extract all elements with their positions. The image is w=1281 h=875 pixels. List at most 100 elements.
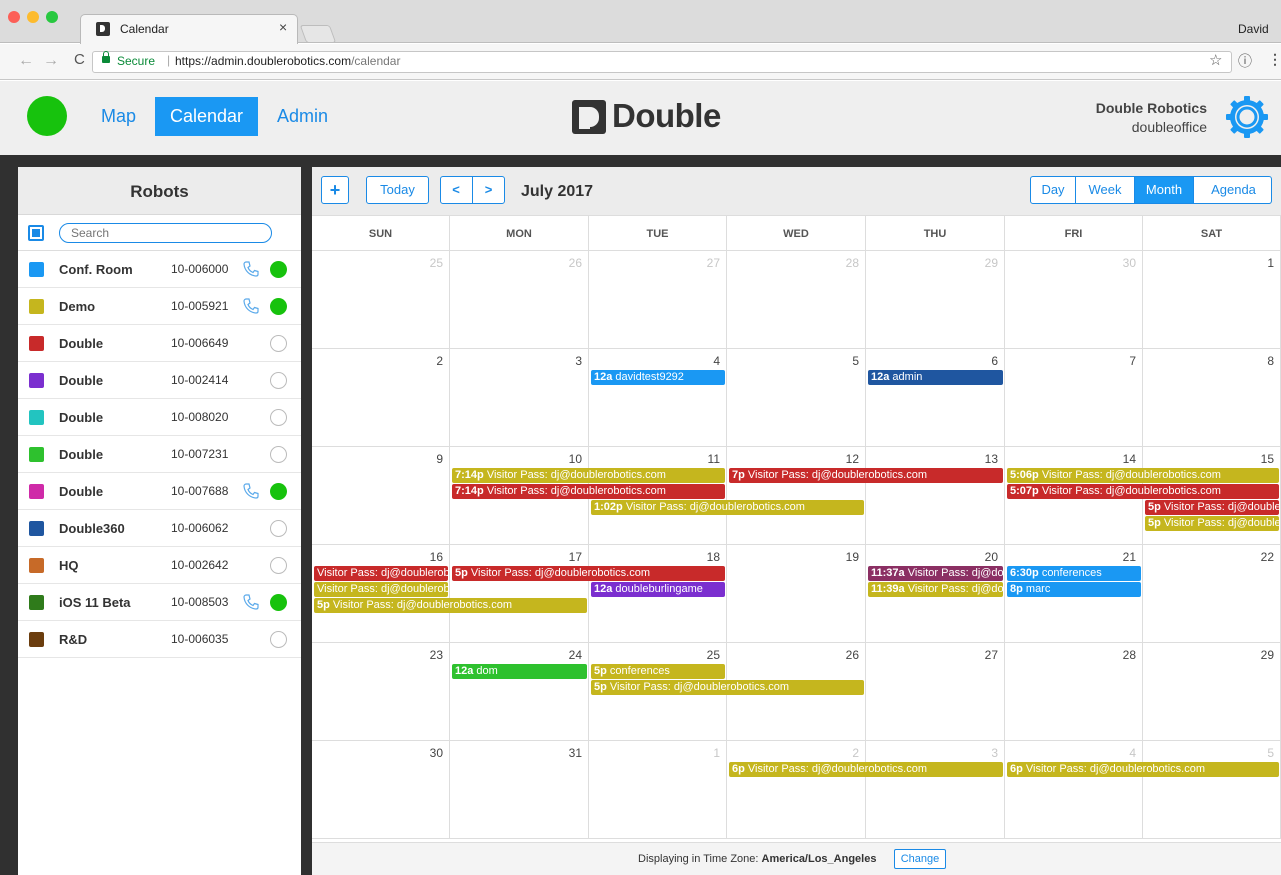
settings-gear-icon[interactable] (1225, 95, 1269, 139)
day-cell[interactable]: 17 (450, 545, 589, 643)
day-number[interactable]: 1 (1267, 256, 1274, 270)
day-number[interactable]: 1 (713, 746, 720, 760)
day-number[interactable]: 6 (991, 354, 998, 368)
day-number[interactable]: 7 (1129, 354, 1136, 368)
day-number[interactable]: 14 (1123, 452, 1136, 466)
day-cell[interactable]: 23 (312, 643, 450, 741)
nav-calendar[interactable]: Calendar (155, 97, 259, 136)
robot-color-swatch[interactable] (29, 521, 44, 536)
robot-color-swatch[interactable] (29, 595, 44, 610)
forward-arrow-icon[interactable]: → (43, 52, 59, 70)
calendar-event[interactable]: 11:39a Visitor Pass: dj@doublerobotics.c… (868, 582, 1003, 597)
calendar-event[interactable]: 12a doubleburlingame (591, 582, 725, 597)
calendar-event[interactable]: 7p Visitor Pass: dj@doublerobotics.com (729, 468, 1003, 483)
day-number[interactable]: 4 (713, 354, 720, 368)
robot-color-swatch[interactable] (29, 484, 44, 499)
day-cell[interactable]: 25 (312, 251, 450, 349)
robot-row[interactable]: Demo 10-005921 (18, 288, 301, 325)
calendar-event[interactable]: 12a davidtest9292 (591, 370, 725, 385)
day-number[interactable]: 5 (852, 354, 859, 368)
robot-color-swatch[interactable] (29, 558, 44, 573)
next-month-button[interactable]: > (473, 177, 504, 203)
day-cell[interactable]: 1 (589, 741, 727, 839)
day-cell[interactable]: 13 (866, 447, 1005, 545)
day-cell[interactable]: 29 (866, 251, 1005, 349)
day-cell[interactable]: 19 (727, 545, 866, 643)
day-cell[interactable]: 31 (450, 741, 589, 839)
day-number[interactable]: 2 (436, 354, 443, 368)
robot-row[interactable]: iOS 11 Beta 10-008503 (18, 584, 301, 621)
day-number[interactable]: 31 (569, 746, 582, 760)
day-cell[interactable]: 6 (866, 349, 1005, 447)
calendar-event[interactable]: 5:07p Visitor Pass: dj@doublerobotics.co… (1007, 484, 1279, 499)
day-cell[interactable]: 5 (727, 349, 866, 447)
day-number[interactable]: 21 (1123, 550, 1136, 564)
day-number[interactable]: 28 (846, 256, 859, 270)
minimize-window-button[interactable] (27, 11, 39, 23)
day-number[interactable]: 27 (985, 648, 998, 662)
calendar-event[interactable]: 5p Visitor Pass: dj@doublerobotics.com (1145, 500, 1279, 515)
day-number[interactable]: 3 (991, 746, 998, 760)
url-text[interactable]: https://admin.doublerobotics.com/calenda… (175, 54, 400, 68)
day-cell[interactable]: 2 (727, 741, 866, 839)
calendar-event[interactable]: 5p Visitor Pass: dj@doublerobotics.com (1145, 516, 1279, 531)
phone-call-icon[interactable] (242, 297, 260, 315)
day-number[interactable]: 10 (569, 452, 582, 466)
day-number[interactable]: 30 (1123, 256, 1136, 270)
day-number[interactable]: 16 (430, 550, 443, 564)
day-cell[interactable]: 4 (589, 349, 727, 447)
day-number[interactable]: 19 (846, 550, 859, 564)
view-day-button[interactable]: Day (1031, 177, 1076, 203)
view-week-button[interactable]: Week (1076, 177, 1135, 203)
user-status-indicator[interactable] (27, 96, 67, 136)
calendar-event[interactable]: 11:37a Visitor Pass: dj@doublerobotics.c… (868, 566, 1003, 581)
robot-row[interactable]: R&D 10-006035 (18, 621, 301, 658)
tab-close-icon[interactable]: × (279, 19, 287, 35)
calendar-event[interactable]: 6p Visitor Pass: dj@doublerobotics.com (1007, 762, 1279, 777)
calendar-event[interactable]: 12a admin (868, 370, 1003, 385)
robot-row[interactable]: Double 10-007231 (18, 436, 301, 473)
day-number[interactable]: 20 (985, 550, 998, 564)
bookmark-star-icon[interactable]: ☆ (1209, 51, 1222, 69)
back-arrow-icon[interactable]: ← (18, 52, 34, 70)
change-timezone-button[interactable]: Change (894, 849, 946, 869)
calendar-event[interactable]: 7:14p Visitor Pass: dj@doublerobotics.co… (452, 468, 725, 483)
day-number[interactable]: 8 (1267, 354, 1274, 368)
day-cell[interactable]: 22 (1143, 545, 1281, 643)
robot-color-swatch[interactable] (29, 410, 44, 425)
day-number[interactable]: 28 (1123, 648, 1136, 662)
day-number[interactable]: 26 (569, 256, 582, 270)
robot-color-swatch[interactable] (29, 447, 44, 462)
browser-tab[interactable] (80, 14, 298, 44)
info-icon[interactable]: ⓘ (1238, 51, 1252, 71)
add-event-button[interactable]: + (321, 176, 349, 204)
calendar-event[interactable]: 5:06p Visitor Pass: dj@doublerobotics.co… (1007, 468, 1279, 483)
day-cell[interactable]: 30 (312, 741, 450, 839)
calendar-event[interactable]: Visitor Pass: dj@doublerobotics.com (314, 582, 448, 597)
robot-row[interactable]: HQ 10-002642 (18, 547, 301, 584)
robot-color-swatch[interactable] (29, 336, 44, 351)
day-number[interactable]: 4 (1129, 746, 1136, 760)
close-window-button[interactable] (8, 11, 20, 23)
day-number[interactable]: 12 (846, 452, 859, 466)
day-cell[interactable]: 9 (312, 447, 450, 545)
day-number[interactable]: 24 (569, 648, 582, 662)
view-agenda-button[interactable]: Agenda (1194, 177, 1271, 203)
day-number[interactable]: 29 (1261, 648, 1274, 662)
day-cell[interactable]: 30 (1005, 251, 1143, 349)
calendar-event[interactable]: 5p Visitor Pass: dj@doublerobotics.com (452, 566, 725, 581)
day-number[interactable]: 9 (436, 452, 443, 466)
robot-search-input[interactable] (59, 223, 272, 243)
day-cell[interactable]: 4 (1005, 741, 1143, 839)
calendar-event[interactable]: 8p marc (1007, 582, 1141, 597)
phone-call-icon[interactable] (242, 260, 260, 278)
calendar-event[interactable]: 1:02p Visitor Pass: dj@doublerobotics.co… (591, 500, 864, 515)
day-number[interactable]: 11 (708, 452, 720, 466)
day-number[interactable]: 27 (707, 256, 720, 270)
day-cell[interactable]: 7 (1005, 349, 1143, 447)
view-month-button[interactable]: Month (1135, 177, 1194, 203)
zoom-window-button[interactable] (46, 11, 58, 23)
day-number[interactable]: 23 (430, 648, 443, 662)
day-number[interactable]: 15 (1261, 452, 1274, 466)
nav-map[interactable]: Map (101, 97, 136, 136)
